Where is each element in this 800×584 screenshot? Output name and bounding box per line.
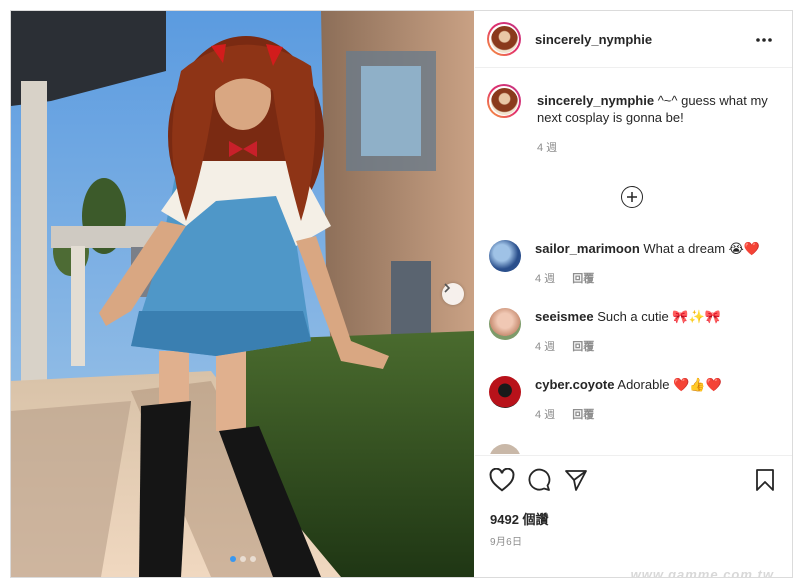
commenter-username[interactable]: seeismee [535, 309, 594, 324]
caption-avatar[interactable] [487, 84, 521, 118]
comment-item: seeismee Such a cutie 🎀✨🎀 4 週 回覆 [489, 304, 779, 364]
post-side-panel: sincerely_nymphie sincerely_nymphie ^~^ … [475, 11, 792, 577]
post-modal: sincerely_nymphie sincerely_nymphie ^~^ … [10, 10, 793, 578]
heart-icon [489, 467, 515, 492]
commenter-username[interactable]: cyber.coyote [535, 377, 615, 392]
comment-time[interactable]: 4 週 [535, 273, 555, 285]
carousel-indicator [11, 556, 474, 562]
comment-item-partial [489, 440, 779, 454]
bookmark-icon [756, 469, 774, 491]
commenter-username[interactable]: sailor_marimoon [535, 241, 640, 256]
comment-time[interactable]: 4 週 [535, 409, 555, 421]
save-button[interactable] [754, 468, 776, 497]
comment-text: Such a cutie [597, 309, 669, 324]
post-header: sincerely_nymphie [475, 11, 792, 68]
like-button[interactable] [489, 467, 515, 497]
comment-item: sailor_marimoon What a dream 😭❤️ 4 週 回覆 [489, 236, 779, 296]
carousel-dot-3 [249, 556, 256, 562]
comment-time[interactable]: 4 週 [535, 341, 555, 353]
watermark: www.gamme.com.tw [630, 567, 774, 578]
comment-emoji: 🎀✨🎀 [672, 309, 721, 324]
comment-text: Adorable [617, 377, 670, 392]
commenter-avatar[interactable] [489, 240, 521, 272]
commenter-avatar[interactable] [489, 308, 521, 340]
reply-button[interactable]: 回覆 [572, 409, 594, 421]
plus-circle-icon [627, 192, 637, 202]
carousel-next-button[interactable] [442, 283, 464, 305]
author-avatar[interactable] [487, 22, 521, 56]
comment-emoji: ❤️👍❤️ [673, 377, 722, 392]
chevron-right-icon [444, 283, 451, 293]
share-icon [565, 470, 587, 491]
post-actions: 9492 個讚 9月6日 www.gamme.com.tw [475, 455, 792, 578]
comment-item: cyber.coyote Adorable ❤️👍❤️ 4 週 回覆 [489, 372, 779, 432]
reply-button[interactable]: 回覆 [572, 341, 594, 353]
comment-text: What a dream [643, 241, 726, 256]
likes-count[interactable]: 9492 個讚 [490, 509, 549, 528]
commenter-avatar[interactable] [489, 444, 521, 454]
load-more-comments-button[interactable] [621, 186, 643, 208]
author-username[interactable]: sincerely_nymphie [535, 32, 652, 47]
caption-time[interactable]: 4 週 [537, 142, 557, 154]
comment-icon [528, 468, 551, 491]
post-date[interactable]: 9月6日 [490, 533, 522, 548]
reply-button[interactable]: 回覆 [572, 273, 594, 285]
carousel-dot-2 [239, 556, 246, 562]
more-options-icon [756, 38, 772, 42]
photo-illustration [11, 11, 474, 577]
comment-emoji: 😭❤️ [728, 241, 761, 256]
carousel-dot-1 [229, 556, 236, 562]
more-options-button[interactable] [756, 29, 772, 43]
caption-username[interactable]: sincerely_nymphie [537, 93, 654, 108]
share-button[interactable] [564, 468, 588, 497]
comments-list[interactable]: sincerely_nymphie ^~^ guess what my next… [475, 68, 792, 454]
commenter-avatar[interactable] [489, 376, 521, 408]
comment-button[interactable] [527, 468, 551, 497]
post-photo[interactable] [11, 11, 474, 577]
